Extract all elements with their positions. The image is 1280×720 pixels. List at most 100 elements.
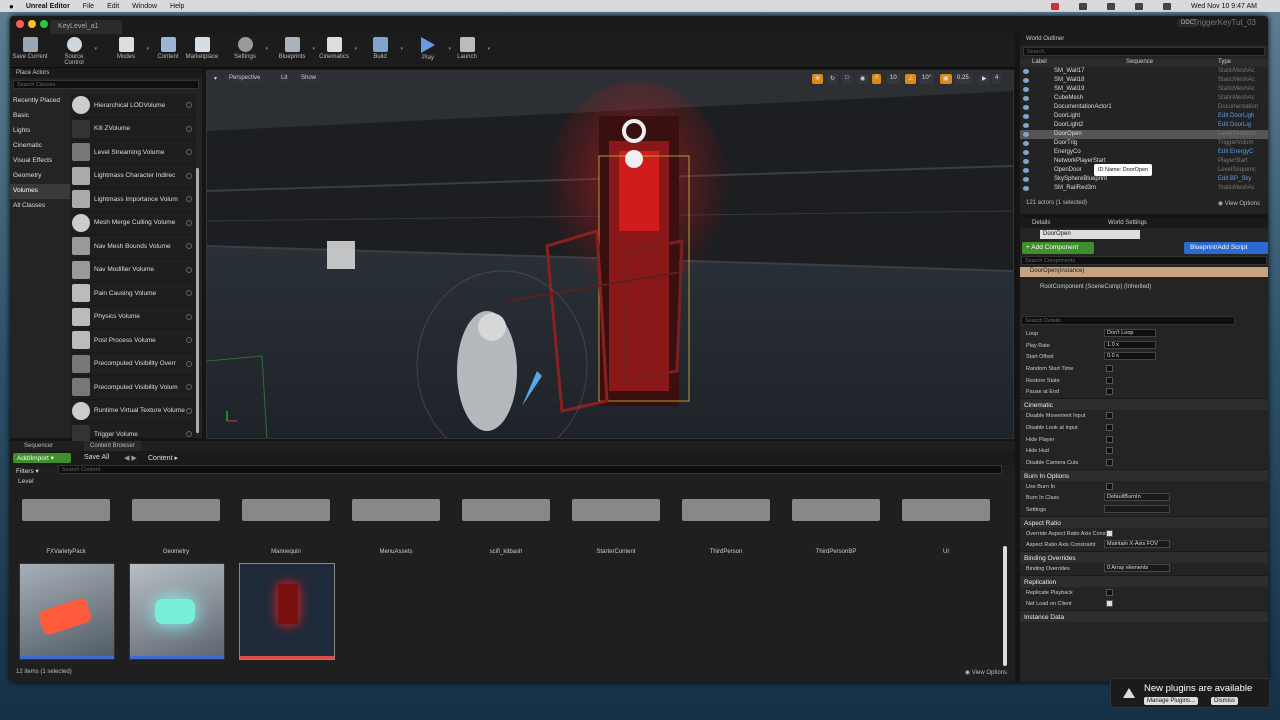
folder-icon[interactable] (792, 499, 880, 521)
folder-name[interactable]: ThirdPersonBP (781, 549, 891, 555)
outliner-row[interactable]: SM_Wall18 StaticMeshAc (1020, 76, 1268, 85)
folder-icon[interactable] (242, 499, 330, 521)
outliner-row[interactable]: SM_Wall17 StaticMeshAc (1020, 67, 1268, 76)
menu-help[interactable]: Help (170, 3, 184, 10)
scrollbar[interactable] (1003, 546, 1007, 666)
folder-icon[interactable] (352, 499, 440, 521)
folder-name[interactable]: UI (891, 549, 1001, 555)
outliner-row[interactable]: SM_Wall19 StaticMeshAc (1020, 85, 1268, 94)
visibility-eye-icon[interactable] (1023, 105, 1029, 110)
settings-button[interactable]: Settings ▾ (225, 36, 268, 66)
list-item[interactable]: Level Streaming Volume (70, 141, 196, 165)
list-item[interactable]: Physics Volume (70, 306, 196, 329)
scale-snap-icon[interactable]: ▣ (940, 74, 952, 84)
actor-type[interactable]: Edit DoorLig (1218, 122, 1251, 128)
marketplace-button[interactable]: Marketplace (182, 36, 222, 66)
details-tab[interactable]: Details (1032, 220, 1050, 226)
help-icon[interactable] (186, 219, 192, 226)
recording-icon[interactable] (1050, 2, 1059, 10)
property-checkbox[interactable] (1106, 423, 1113, 431)
property-checkbox[interactable] (1106, 529, 1113, 537)
search-details-input[interactable]: Search Details (1021, 316, 1235, 325)
manage-plugins-button[interactable]: Manage Plugins... (1144, 697, 1199, 705)
outliner-search-input[interactable]: Search... (1023, 47, 1265, 56)
details-section-header[interactable]: Replication (1020, 574, 1268, 587)
list-item[interactable]: Kill ZVolume (70, 118, 196, 141)
list-item[interactable]: Nav Modifier Volume (70, 259, 196, 282)
property-checkbox[interactable] (1106, 458, 1113, 466)
place-actors-tab[interactable]: Place Actors (10, 68, 202, 78)
minimize-window-button[interactable] (28, 20, 36, 28)
content-path-breadcrumb[interactable]: Content ▸ (148, 454, 178, 462)
property-checkbox[interactable] (1106, 588, 1113, 596)
folder-name[interactable]: Mannequin (231, 549, 341, 555)
dismiss-button[interactable]: Dismiss (1211, 697, 1238, 705)
folder-icon[interactable] (902, 499, 990, 521)
visibility-eye-icon[interactable] (1023, 78, 1029, 83)
viewport-options-button[interactable]: ▾ (210, 74, 222, 84)
component-instance-row[interactable]: DoorOpen(Instance) (1020, 267, 1268, 277)
actor-type[interactable]: Edit BP_Sky (1218, 176, 1251, 182)
outliner-row[interactable]: CubeMesh StaticMeshAc (1020, 94, 1268, 103)
property-value-field[interactable]: DefaultBurnIn (1104, 493, 1170, 502)
menubar-icon[interactable] (1106, 2, 1115, 10)
folder-name[interactable]: StarterContent (561, 549, 671, 555)
level-tab[interactable]: KeyLevel_a1 (50, 20, 122, 34)
list-item[interactable]: Mesh Merge Culling Volume (70, 212, 196, 235)
property-value-field[interactable] (1104, 504, 1170, 513)
column-type[interactable]: Type (1218, 59, 1231, 65)
modes-button[interactable]: Modes ▾ (106, 36, 149, 66)
search-icon[interactable] (1162, 2, 1171, 10)
list-item[interactable]: Lightmass Character Indirec (70, 165, 196, 188)
view-options-button[interactable]: ◉ View Options (1218, 200, 1260, 207)
property-checkbox[interactable] (1106, 435, 1113, 443)
help-icon[interactable] (186, 196, 192, 203)
category-visual-effects[interactable]: Visual Effects (10, 154, 70, 169)
details-section-header[interactable]: Binding Overrides (1020, 551, 1268, 563)
close-window-button[interactable] (16, 20, 24, 28)
help-icon[interactable] (186, 290, 192, 297)
clock[interactable]: Wed Nov 10 9:47 AM (1191, 3, 1257, 10)
build-button[interactable]: Build ▾ (360, 36, 403, 66)
level-viewport[interactable]: ▾ Perspective Lit Show ✥ ↻ □ ◉ # 10 ∠ 10… (206, 70, 1014, 439)
property-checkbox[interactable] (1106, 365, 1113, 373)
outliner-row[interactable]: DoorOpen LevelSequenc (1020, 130, 1268, 139)
folder-icon[interactable] (132, 499, 220, 521)
column-label[interactable]: Label (1032, 59, 1047, 65)
history-nav-icon[interactable]: ◀ ▶ (124, 454, 137, 462)
visibility-eye-icon[interactable] (1023, 87, 1029, 92)
property-checkbox[interactable] (1106, 412, 1113, 420)
details-section-header[interactable]: Cinematic (1020, 398, 1268, 411)
visibility-eye-icon[interactable] (1023, 159, 1029, 164)
asset-thumbnail-level-selected[interactable] (239, 563, 335, 660)
property-value-field[interactable]: 1.0 x (1104, 340, 1156, 349)
property-checkbox[interactable] (1106, 482, 1113, 490)
category-lights[interactable]: Lights (10, 124, 70, 139)
actor-name-field[interactable]: DoorOpen (1040, 230, 1140, 239)
menu-edit[interactable]: Edit (107, 3, 119, 10)
property-checkbox[interactable] (1106, 600, 1113, 608)
show-button[interactable]: Show (297, 74, 321, 84)
lit-button[interactable]: Lit (277, 74, 292, 84)
add-import-button[interactable]: Add/Import ▾ (13, 453, 71, 463)
list-item[interactable]: Lightmass Importance Volum (70, 188, 196, 212)
content-browser-tab[interactable]: Content Browser (84, 441, 141, 451)
blueprint-add-script-button[interactable]: Blueprint/Add Script (1184, 242, 1268, 254)
world-outliner-tab[interactable]: World Outliner (1020, 34, 1268, 45)
help-icon[interactable] (186, 125, 192, 132)
folder-name[interactable]: ThirdPerson (671, 549, 781, 555)
folder-name[interactable]: scifi_kitbash (451, 549, 561, 555)
category-volumes[interactable]: Volumes (10, 184, 70, 199)
world-settings-tab[interactable]: World Settings (1108, 220, 1147, 226)
property-checkbox[interactable] (1106, 447, 1113, 455)
grid-snap-icon[interactable]: # (872, 74, 882, 84)
help-icon[interactable] (186, 149, 192, 156)
menubar-icon[interactable] (1078, 2, 1087, 10)
camera-speed-icon[interactable]: ▶ (979, 74, 990, 84)
details-section-header[interactable]: Aspect Ratio (1020, 515, 1268, 528)
perspective-button[interactable]: Perspective (225, 74, 265, 84)
help-icon[interactable] (186, 266, 192, 273)
blueprints-button[interactable]: Blueprints ▾ (272, 36, 315, 66)
property-checkbox[interactable] (1106, 376, 1113, 384)
property-value-field[interactable]: Don't Loop (1104, 329, 1156, 337)
